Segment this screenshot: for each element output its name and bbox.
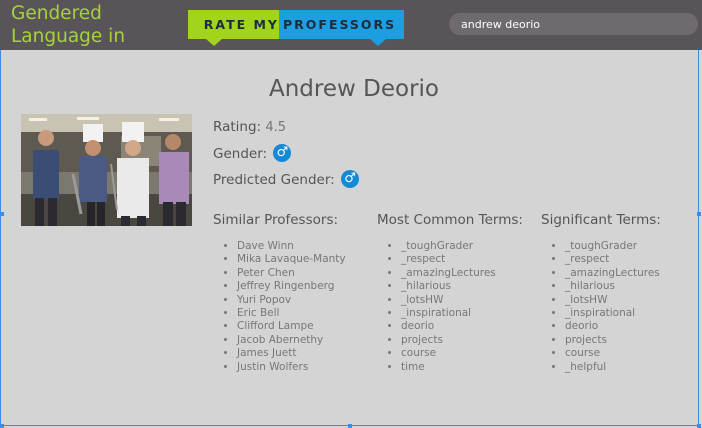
rating-label: Rating: [213, 119, 262, 135]
list-item: projects [565, 334, 660, 347]
list-item: deorio [565, 320, 660, 333]
professor-name: Andrew Deorio [269, 76, 439, 102]
rating-value: 4.5 [265, 120, 287, 135]
significant-terms-list: _toughGrader _respect _amazingLectures _… [541, 240, 660, 374]
list-item[interactable]: James Juett [237, 347, 346, 360]
common-terms-list: _toughGrader _respect _amazingLectures _… [377, 240, 496, 374]
search-input[interactable] [449, 13, 698, 35]
list-item[interactable]: Eric Bell [237, 307, 346, 320]
list-item: _helpful [565, 361, 660, 374]
list-item[interactable]: Clifford Lampe [237, 320, 346, 333]
similar-professors-list: Dave Winn Mika Lavaque-Manty Peter Chen … [213, 240, 346, 374]
list-item: _lotsHW [401, 294, 496, 307]
list-item: _hilarious [565, 280, 660, 293]
logo-tail-left [206, 39, 222, 46]
predicted-gender-row: Predicted Gender: ♂ [213, 170, 360, 188]
logo-professors: PROFESSORS [279, 10, 404, 39]
list-item[interactable]: Yuri Popov [237, 294, 346, 307]
similar-professors-heading: Similar Professors: [213, 212, 339, 228]
list-item[interactable]: Justin Wolfers [237, 361, 346, 374]
list-item: _respect [401, 253, 496, 266]
list-item: _amazingLectures [565, 267, 660, 280]
list-item: course [565, 347, 660, 360]
list-item: deorio [401, 320, 496, 333]
resize-handle-bottom[interactable] [348, 424, 352, 428]
resize-handle-bottom-right[interactable] [697, 424, 701, 428]
list-item[interactable]: Peter Chen [237, 267, 346, 280]
gender-row: Gender: ♂ [213, 144, 292, 162]
logo-tail-right [370, 39, 386, 46]
list-item: _lotsHW [565, 294, 660, 307]
male-symbol-icon: ♂ [273, 144, 292, 162]
list-item: course [401, 347, 496, 360]
list-item[interactable]: Jacob Abernethy [237, 334, 346, 347]
predicted-gender-label: Predicted Gender: [213, 172, 335, 188]
resize-handle-bottom-left[interactable] [0, 424, 4, 428]
list-item[interactable]: Jeffrey Ringenberg [237, 280, 346, 293]
list-item: _hilarious [401, 280, 496, 293]
list-item[interactable]: Mika Lavaque-Manty [237, 253, 346, 266]
common-terms-heading: Most Common Terms: [377, 212, 523, 228]
list-item: time [401, 361, 496, 374]
logo-rate-my: RATE MY [188, 10, 279, 39]
list-item: _amazingLectures [401, 267, 496, 280]
list-item: _toughGrader [565, 240, 660, 253]
list-item: projects [401, 334, 496, 347]
rating-row: Rating: 4.5 [213, 119, 286, 135]
resize-handle-left[interactable] [0, 212, 4, 216]
list-item[interactable]: Dave Winn [237, 240, 346, 253]
gender-label: Gender: [213, 146, 268, 162]
resize-handle-right[interactable] [697, 212, 701, 216]
professor-photo [21, 114, 192, 226]
list-item: _toughGrader [401, 240, 496, 253]
significant-terms-heading: Significant Terms: [541, 212, 661, 228]
header-bar: Gendered Language in RATE MY PROFESSORS [0, 0, 702, 50]
list-item: _inspirational [401, 307, 496, 320]
list-item: _inspirational [565, 307, 660, 320]
app-title: Gendered Language in [11, 3, 126, 47]
list-item: _respect [565, 253, 660, 266]
male-symbol-icon: ♂ [341, 170, 360, 188]
rate-my-professors-logo[interactable]: RATE MY PROFESSORS [188, 10, 404, 46]
